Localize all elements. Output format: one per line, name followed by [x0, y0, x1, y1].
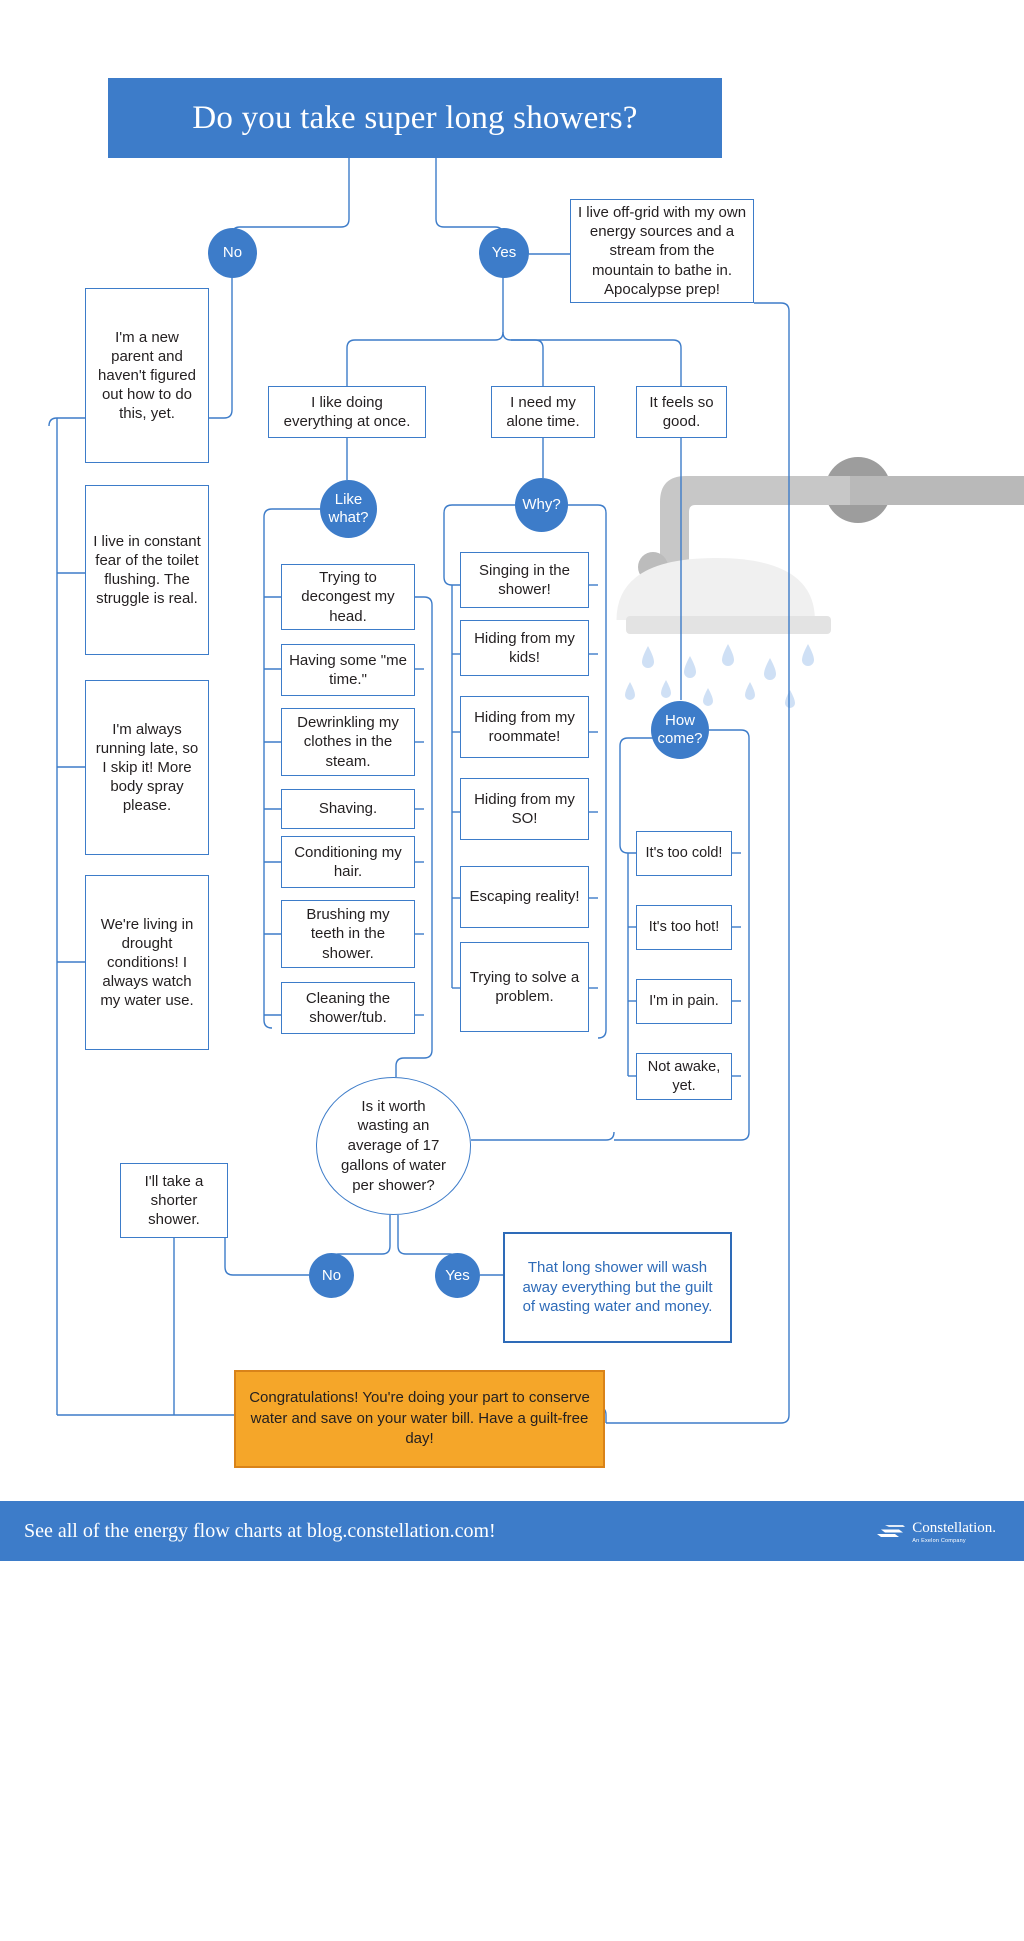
- like-what-item-4[interactable]: Conditioning my hair.: [281, 836, 415, 888]
- infographic-canvas: Do you take super long showers? No Yes I…: [0, 0, 1024, 1941]
- no-branch-item-3-text: We're living in drought conditions! I al…: [100, 915, 194, 1010]
- water-drops-group: [625, 644, 814, 708]
- why-item-4-text: Escaping reality!: [469, 888, 580, 906]
- shower-wall-pipe: [840, 476, 1024, 505]
- why-item-5[interactable]: Trying to solve a problem.: [460, 942, 589, 1032]
- branch-bubble-yes-label: Yes: [491, 244, 517, 262]
- no-branch-item-0-text: I'm a new parent and haven't figured out…: [98, 328, 196, 423]
- why-item-1-text: Hiding from my kids!: [474, 629, 575, 666]
- guilt-outcome-text: That long shower will wash away everythi…: [522, 1258, 713, 1316]
- page-title-banner: Do you take super long showers?: [108, 78, 722, 158]
- footer-bar: See all of the energy flow charts at blo…: [0, 1501, 1024, 1561]
- how-come-item-1[interactable]: It's too hot!: [636, 905, 732, 950]
- decision-bubble-yes[interactable]: Yes: [435, 1253, 480, 1298]
- yes-reason-0-text: I like doing everything at once.: [283, 393, 411, 430]
- why-item-2-text: Hiding from my roommate!: [474, 708, 575, 745]
- no-branch-item-0[interactable]: I'm a new parent and haven't figured out…: [85, 288, 209, 463]
- like-what-item-0-text: Trying to decongest my head.: [301, 569, 395, 625]
- yes-reason-1-text: I need my alone time.: [506, 393, 580, 430]
- decision-bubble-yes-label: Yes: [445, 1266, 470, 1284]
- no-branch-item-2[interactable]: I'm always running late, so I skip it! M…: [85, 680, 209, 855]
- yes-reason-2[interactable]: It feels so good.: [636, 386, 727, 438]
- logo-wordmark: Constellation.: [912, 1519, 996, 1536]
- no-branch-item-1-text: I live in constant fear of the toilet fl…: [93, 532, 201, 608]
- like-what-item-3[interactable]: Shaving.: [281, 789, 415, 829]
- like-what-item-1-text: Having some "me time.": [289, 651, 407, 688]
- yes-reason-0[interactable]: I like doing everything at once.: [268, 386, 426, 438]
- why-item-1[interactable]: Hiding from my kids!: [460, 620, 589, 676]
- constellation-logo[interactable]: Constellation. An Exelon Company: [875, 1519, 996, 1544]
- like-what-item-0[interactable]: Trying to decongest my head.: [281, 564, 415, 630]
- decision-question-text: Is it worth wasting an average of 17 gal…: [340, 1097, 447, 1194]
- like-what-bubble[interactable]: Like what?: [320, 480, 377, 538]
- like-what-item-5-text: Brushing my teeth in the shower.: [306, 906, 390, 962]
- footer-cta-text: See all of the energy flow charts at blo…: [24, 1519, 496, 1542]
- yes-reason-1[interactable]: I need my alone time.: [491, 386, 595, 438]
- like-what-item-6-text: Cleaning the shower/tub.: [305, 989, 391, 1026]
- branch-bubble-no[interactable]: No: [208, 228, 257, 278]
- how-come-item-2[interactable]: I'm in pain.: [636, 979, 732, 1024]
- how-come-bubble-label: How come?: [657, 712, 703, 747]
- why-item-3-text: Hiding from my SO!: [474, 790, 575, 827]
- like-what-item-1[interactable]: Having some "me time.": [281, 644, 415, 696]
- why-item-5-text: Trying to solve a problem.: [469, 968, 580, 1005]
- no-branch-item-1[interactable]: I live in constant fear of the toilet fl…: [85, 485, 209, 655]
- guilt-outcome-box[interactable]: That long shower will wash away everythi…: [503, 1232, 732, 1343]
- congratulations-box[interactable]: Congratulations! You're doing your part …: [234, 1370, 605, 1468]
- no-branch-item-3[interactable]: We're living in drought conditions! I al…: [85, 875, 209, 1050]
- how-come-bubble[interactable]: How come?: [651, 701, 709, 759]
- how-come-item-3[interactable]: Not awake, yet.: [636, 1053, 732, 1100]
- branch-bubble-yes[interactable]: Yes: [479, 228, 529, 278]
- shower-head-base: [626, 616, 831, 634]
- congratulations-text: Congratulations! You're doing your part …: [249, 1389, 590, 1448]
- why-bubble-label: Why?: [522, 496, 561, 514]
- shorter-shower-box[interactable]: I'll take a shorter shower.: [120, 1163, 228, 1238]
- why-bubble[interactable]: Why?: [515, 478, 568, 532]
- how-come-item-2-text: I'm in pain.: [649, 993, 719, 1010]
- why-item-0[interactable]: Singing in the shower!: [460, 552, 589, 608]
- offgrid-box-text: I live off-grid with my own energy sourc…: [577, 204, 747, 298]
- how-come-item-0-text: It's too cold!: [645, 845, 723, 862]
- logo-tagline: An Exelon Company: [912, 1537, 966, 1544]
- like-what-item-6[interactable]: Cleaning the shower/tub.: [281, 982, 415, 1034]
- like-what-item-2[interactable]: Dewrinkling my clothes in the steam.: [281, 708, 415, 776]
- like-what-item-4-text: Conditioning my hair.: [294, 843, 402, 880]
- decision-bubble-no[interactable]: No: [309, 1253, 354, 1298]
- decision-bubble-no-label: No: [321, 1266, 342, 1284]
- like-what-item-3-text: Shaving.: [318, 800, 378, 818]
- like-what-bubble-label: Like what?: [328, 491, 369, 526]
- why-item-3[interactable]: Hiding from my SO!: [460, 778, 589, 840]
- shower-illustration: [616, 457, 1024, 708]
- like-what-item-5[interactable]: Brushing my teeth in the shower.: [281, 900, 415, 968]
- like-what-item-2-text: Dewrinkling my clothes in the steam.: [297, 714, 399, 770]
- how-come-item-0[interactable]: It's too cold!: [636, 831, 732, 876]
- yes-reason-2-text: It feels so good.: [649, 393, 714, 430]
- page-title: Do you take super long showers?: [192, 99, 638, 136]
- shorter-shower-text: I'll take a shorter shower.: [144, 1172, 204, 1229]
- why-item-4[interactable]: Escaping reality!: [460, 866, 589, 928]
- no-branch-item-2-text: I'm always running late, so I skip it! M…: [95, 720, 199, 815]
- how-come-item-3-text: Not awake, yet.: [647, 1058, 721, 1094]
- branch-bubble-no-label: No: [222, 244, 243, 262]
- why-item-0-text: Singing in the shower!: [479, 561, 570, 598]
- decision-question[interactable]: Is it worth wasting an average of 17 gal…: [316, 1077, 471, 1215]
- offgrid-box[interactable]: I live off-grid with my own energy sourc…: [570, 199, 754, 303]
- how-come-item-1-text: It's too hot!: [648, 919, 720, 936]
- constellation-mark-icon: [877, 1525, 906, 1537]
- why-item-2[interactable]: Hiding from my roommate!: [460, 696, 589, 758]
